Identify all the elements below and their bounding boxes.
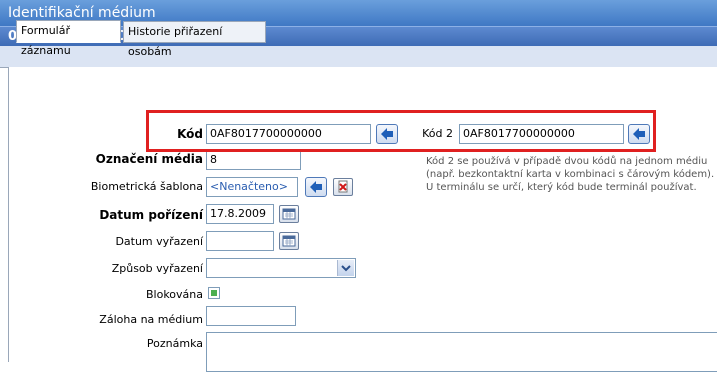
blokovana-checkbox[interactable] (208, 287, 220, 299)
zpusob-vyrazeni-select[interactable] (206, 258, 356, 278)
zaloha-label: Záloha na médium (99, 313, 203, 326)
datum-porizeni-calendar-button[interactable] (279, 205, 299, 223)
poznamka-textarea[interactable] (206, 332, 717, 372)
poznamka-label: Poznámka (146, 337, 203, 350)
datum-vyrazeni-input[interactable] (206, 231, 274, 251)
datum-vyrazeni-calendar-button[interactable] (279, 232, 299, 250)
biometricka-input[interactable]: <Nenačteno> (206, 177, 298, 197)
calendar-icon (282, 235, 296, 247)
tab-formular-zaznamu[interactable]: Formulář záznamu (16, 20, 121, 57)
biometricka-label: Biometrická šablona (90, 180, 203, 193)
datum-porizeni-label: Datum pořízení (99, 208, 203, 222)
calendar-icon (282, 208, 296, 220)
arrow-left-icon (310, 181, 322, 193)
delete-document-icon (338, 180, 348, 193)
zpusob-vyrazeni-label: Způsob vyřazení (111, 262, 203, 275)
kod2-help-text: Kód 2 se používá v případě dvou kódů na … (426, 156, 715, 193)
kod2-arrow-button[interactable] (628, 124, 650, 144)
kod2-label: Kód 2 (422, 127, 453, 140)
kod-label: Kód (177, 127, 203, 141)
biometricka-clear-button[interactable] (333, 178, 353, 196)
datum-porizeni-input[interactable]: 17.8.2009 (206, 204, 274, 224)
oznaceni-input[interactable]: 8 (206, 150, 301, 170)
zaloha-input[interactable] (206, 306, 296, 326)
chevron-down-icon[interactable] (337, 260, 354, 276)
tab-strip (0, 46, 717, 68)
datum-vyrazeni-label: Datum vyřazení (115, 235, 203, 248)
biometricka-load-button[interactable] (305, 177, 327, 197)
oznaceni-label: Označení média (95, 152, 203, 166)
checkbox-fill (211, 290, 217, 296)
tab-historie-prirazeni[interactable]: Historie přiřazení osobám (123, 21, 266, 58)
arrow-left-icon (633, 128, 645, 140)
kod2-input[interactable]: 0AF8017700000000 (459, 124, 624, 144)
blokovana-label: Blokována (145, 288, 203, 301)
